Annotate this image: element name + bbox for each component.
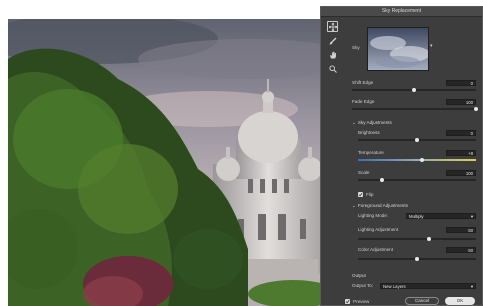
foreground-adjustments-label: Foreground Adjustments — [357, 203, 408, 208]
preview-checkbox[interactable] — [345, 299, 350, 304]
output-to-dropdown[interactable]: New Layers ▾ — [380, 283, 476, 289]
lighting-mode-row: Lighting Mode: Multiply ▾ — [352, 213, 476, 221]
scale-thumb[interactable] — [379, 178, 384, 182]
color-adjustment-label: Color Adjustment — [358, 247, 393, 252]
chevron-down-icon: ▾ — [470, 214, 473, 219]
shift-edge-value[interactable]: 0 — [446, 80, 476, 86]
chevron-down-icon: ⌄ — [352, 203, 356, 208]
output-to-label: Output To: — [352, 283, 374, 288]
cancel-button[interactable]: Cancel — [405, 297, 439, 305]
fade-edge-thumb[interactable] — [474, 107, 478, 111]
fade-edge-label: Fade Edge — [352, 99, 375, 104]
lighting-mode-value: Multiply — [409, 214, 424, 219]
sky-adjustments-label: Sky Adjustments — [357, 120, 392, 125]
color-adjustment-row: Color Adjustment 50 — [352, 247, 476, 261]
preview-label: Preview — [353, 299, 370, 304]
sky-brush-icon[interactable] — [327, 35, 338, 46]
sky-preset-dropdown-icon[interactable]: ▾ — [430, 43, 433, 49]
color-adjustment-thumb[interactable] — [415, 257, 419, 261]
output-to-value: New Layers — [383, 284, 406, 289]
output-header: Output — [352, 273, 366, 278]
flip-label: Flip — [366, 192, 374, 197]
lighting-mode-label: Lighting Mode: — [358, 213, 389, 218]
fade-edge-value[interactable]: 100 — [446, 99, 476, 105]
shift-edge-row: Shift Edge 0 — [352, 80, 476, 92]
lighting-adjustment-label: Lighting Adjustment — [358, 227, 399, 232]
scale-value[interactable]: 100 — [446, 170, 476, 176]
lighting-adjustment-thumb[interactable] — [426, 237, 431, 241]
zoom-icon[interactable] — [327, 63, 338, 74]
tool-column — [325, 21, 343, 77]
checkmark-icon — [358, 192, 363, 197]
sky-replacement-dialog: Sky Replacement Sky ▾ Shift Edge 0 Fade … — [320, 6, 483, 306]
dialog-title: Sky Replacement — [321, 7, 482, 17]
sky-adjustments-header[interactable]: ⌄ Sky Adjustments — [352, 120, 392, 126]
fade-edge-row: Fade Edge 100 — [352, 99, 478, 111]
shift-edge-slider[interactable] — [352, 88, 476, 92]
lighting-mode-dropdown[interactable]: Multiply ▾ — [406, 213, 476, 219]
sky-label: Sky — [352, 45, 360, 50]
ok-button[interactable]: OK — [445, 297, 475, 305]
shift-edge-label: Shift Edge — [352, 80, 374, 85]
hand-icon[interactable] — [327, 49, 338, 60]
output-label: Output — [352, 273, 366, 278]
lighting-adjustment-value[interactable]: 50 — [446, 227, 476, 233]
temperature-value[interactable]: +8 — [446, 150, 476, 156]
lighting-adjustment-row: Lighting Adjustment 50 — [352, 227, 476, 241]
sacre-coeur-photo — [8, 19, 334, 306]
chevron-down-icon: ⌄ — [352, 120, 356, 125]
brightness-thumb[interactable] — [415, 138, 419, 142]
photo-canvas — [8, 19, 334, 306]
sky-preset-thumbnail[interactable] — [367, 27, 429, 71]
scale-label: Scale — [358, 170, 370, 175]
shift-edge-thumb[interactable] — [412, 88, 416, 92]
temperature-slider[interactable] — [358, 158, 476, 162]
foreground-adjustments-header[interactable]: ⌄ Foreground Adjustments — [352, 203, 408, 209]
scale-row: Scale 100 — [352, 170, 476, 182]
brightness-row: Brightness 0 — [352, 130, 476, 142]
color-adjustment-slider[interactable] — [358, 257, 476, 261]
color-adjustment-value[interactable]: 50 — [446, 247, 476, 253]
temperature-label: Temperature — [358, 150, 384, 155]
flip-checkbox[interactable] — [358, 192, 363, 197]
lighting-adjustment-slider[interactable] — [358, 237, 476, 241]
temperature-thumb[interactable] — [419, 158, 424, 162]
fade-edge-slider[interactable] — [352, 107, 478, 111]
temperature-row: Temperature +8 — [352, 150, 476, 162]
brightness-label: Brightness — [358, 130, 380, 135]
brightness-value[interactable]: 0 — [446, 130, 476, 136]
checkmark-icon — [345, 299, 350, 304]
brightness-slider[interactable] — [358, 138, 476, 142]
move-icon[interactable] — [327, 21, 338, 32]
output-to-row: Output To: New Layers ▾ — [352, 283, 476, 291]
chevron-down-icon: ▾ — [470, 284, 473, 289]
sky-preset-image — [368, 28, 428, 70]
scale-slider[interactable] — [358, 178, 476, 182]
